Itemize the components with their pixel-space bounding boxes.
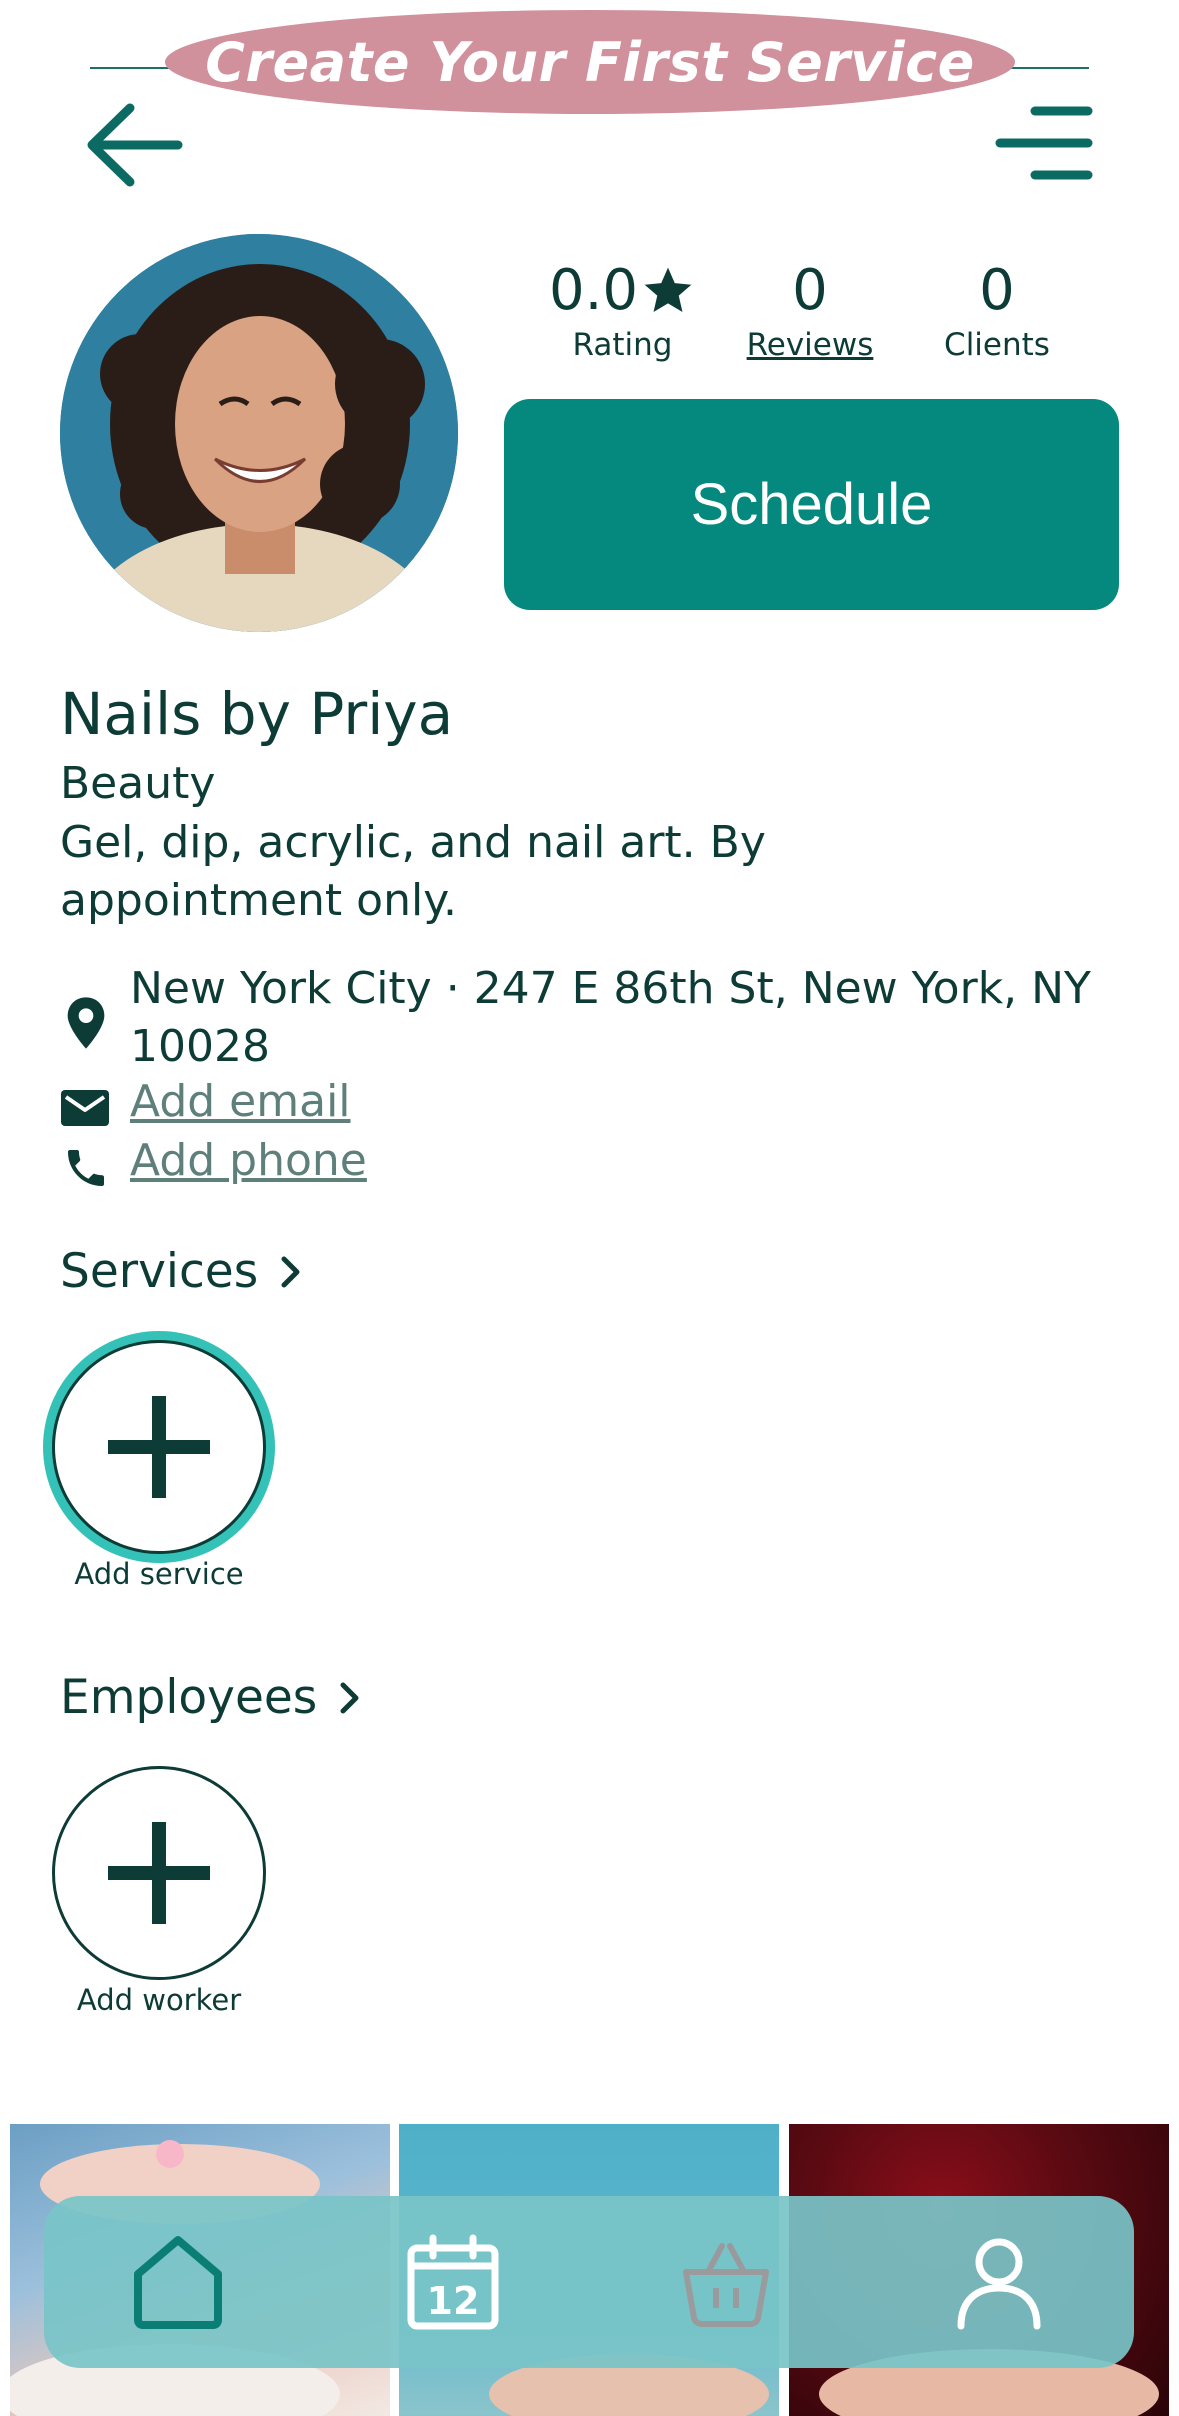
nav-calendar[interactable]: 12 xyxy=(383,2196,523,2368)
profile-avatar[interactable] xyxy=(60,234,458,632)
services-title: Services xyxy=(60,1244,259,1299)
nav-home[interactable] xyxy=(108,2196,248,2368)
avatar-photo xyxy=(60,234,458,632)
arrow-left-icon xyxy=(87,103,183,187)
nav-profile[interactable] xyxy=(929,2196,1069,2368)
star-icon xyxy=(644,267,692,312)
add-phone-link[interactable]: Add phone xyxy=(130,1135,367,1186)
location-icon xyxy=(64,995,108,1055)
user-icon xyxy=(957,2238,1041,2330)
rating-stat: 0.0 Rating xyxy=(540,258,705,363)
employees-title: Employees xyxy=(60,1670,318,1725)
rating-label: Rating xyxy=(572,327,673,363)
plus-icon xyxy=(108,1822,210,1924)
business-address: New York City · 247 E 86th St, New York,… xyxy=(130,963,1091,1072)
reviews-value: 0 xyxy=(792,258,828,323)
onboarding-banner[interactable]: Create Your First Service xyxy=(165,10,1015,114)
rating-value: 0.0 xyxy=(548,258,639,323)
add-service-button[interactable] xyxy=(52,1340,266,1554)
reviews-link[interactable]: Reviews xyxy=(730,327,890,363)
clients-stat: 0 Clients xyxy=(917,258,1077,363)
add-worker-label: Add worker xyxy=(76,1983,242,2017)
schedule-button[interactable]: Schedule xyxy=(504,399,1119,610)
mail-icon xyxy=(60,1088,110,1132)
add-email-link[interactable]: Add email xyxy=(130,1076,351,1127)
business-description: Gel, dip, acrylic, and nail art. By appo… xyxy=(60,817,766,926)
clients-value: 0 xyxy=(979,258,1015,323)
calendar-icon: 12 xyxy=(407,2234,499,2330)
services-header[interactable]: Services xyxy=(60,1244,302,1299)
basket-icon xyxy=(683,2243,769,2327)
bottom-navigation: 12 xyxy=(44,2196,1134,2368)
back-button[interactable] xyxy=(86,100,186,190)
home-icon xyxy=(134,2236,222,2329)
reviews-stat[interactable]: 0 Reviews xyxy=(730,258,890,363)
business-category: Beauty xyxy=(60,758,216,809)
phone-icon xyxy=(62,1144,110,1196)
chevron-right-icon xyxy=(340,1682,359,1713)
calendar-day: 12 xyxy=(427,2279,480,2323)
add-service-label: Add service xyxy=(74,1557,244,1591)
plus-icon xyxy=(108,1396,210,1498)
menu-icon xyxy=(995,106,1093,180)
menu-button[interactable] xyxy=(995,102,1095,184)
nav-basket[interactable] xyxy=(656,2196,796,2368)
employees-header[interactable]: Employees xyxy=(60,1670,361,1725)
business-name: Nails by Priya xyxy=(60,680,454,748)
schedule-button-label: Schedule xyxy=(690,472,933,537)
add-worker-button[interactable] xyxy=(52,1766,266,1980)
clients-label: Clients xyxy=(944,327,1050,363)
banner-title: Create Your First Service xyxy=(205,30,975,94)
chevron-right-icon xyxy=(281,1256,300,1287)
